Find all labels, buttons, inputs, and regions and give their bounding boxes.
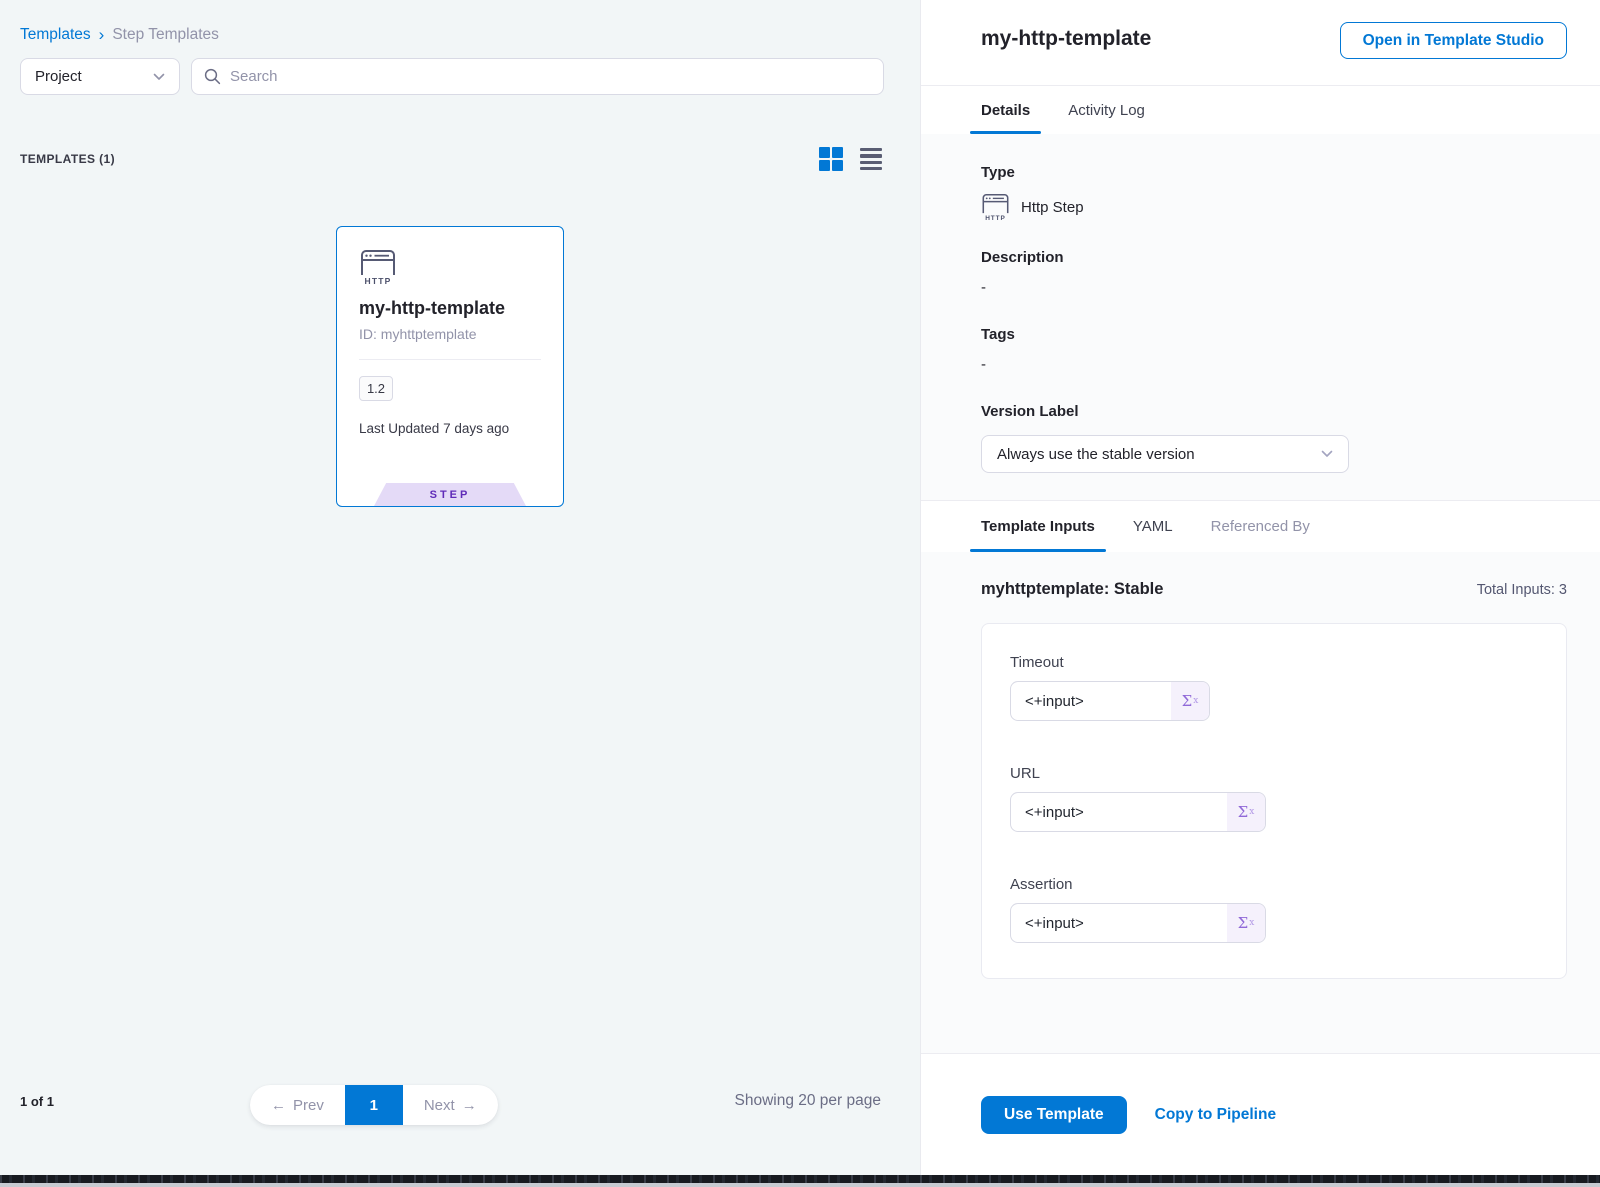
description-label: Description — [981, 249, 1540, 266]
inputs-tabbar: Template Inputs YAML Referenced By — [921, 500, 1600, 552]
use-template-button[interactable]: Use Template — [981, 1096, 1127, 1134]
open-in-template-studio-button[interactable]: Open in Template Studio — [1340, 22, 1567, 59]
tags-value: - — [981, 356, 1540, 373]
type-label: Type — [981, 164, 1540, 181]
scope-select[interactable]: Project — [20, 58, 180, 95]
view-toggles — [819, 147, 884, 171]
tab-details[interactable]: Details — [970, 86, 1041, 134]
desktop-background-strip — [0, 1175, 1600, 1187]
tab-referenced-by[interactable]: Referenced By — [1200, 501, 1321, 552]
tab-template-inputs[interactable]: Template Inputs — [970, 501, 1106, 552]
timeout-value: <+input> — [1011, 682, 1171, 720]
next-page-button[interactable]: Next → — [403, 1085, 498, 1125]
scope-select-value: Project — [35, 68, 82, 85]
assertion-label: Assertion — [1010, 876, 1538, 893]
search-input[interactable] — [230, 68, 871, 85]
total-inputs-label: Total Inputs: 3 — [1477, 582, 1567, 598]
timeout-input[interactable]: <+input> Σx — [1010, 681, 1210, 721]
svg-text:HTTP: HTTP — [985, 215, 1006, 221]
list-header-row: TEMPLATES (1) — [20, 147, 884, 171]
expression-icon[interactable]: Σx — [1227, 904, 1265, 942]
details-tabbar: Details Activity Log — [921, 86, 1600, 134]
tags-label: Tags — [981, 326, 1540, 343]
templates-list-panel: Templates › Step Templates Project — [0, 0, 920, 1175]
panel-footer: Use Template Copy to Pipeline — [921, 1053, 1600, 1175]
next-arrow-icon: → — [462, 1097, 477, 1114]
chevron-down-icon — [153, 73, 165, 81]
assertion-input[interactable]: <+input> Σx — [1010, 903, 1266, 943]
page-1-button[interactable]: 1 — [345, 1085, 403, 1125]
prev-arrow-icon: ← — [271, 1097, 286, 1114]
template-card[interactable]: HTTP my-http-template ID: myhttptemplate… — [336, 226, 564, 507]
url-input[interactable]: <+input> Σx — [1010, 792, 1266, 832]
input-field-timeout: Timeout <+input> Σx — [1010, 654, 1538, 721]
timeout-label: Timeout — [1010, 654, 1538, 671]
input-field-assertion: Assertion <+input> Σx — [1010, 876, 1538, 943]
app-window: Templates › Step Templates Project — [0, 0, 1600, 1175]
desktop-edge-highlight — [0, 1183, 1600, 1187]
http-step-icon: HTTP — [359, 249, 397, 285]
inputs-header: myhttptemplate: Stable — [981, 580, 1163, 599]
svg-text:HTTP: HTTP — [365, 276, 392, 285]
panel-header: my-http-template Open in Template Studio — [921, 0, 1600, 86]
expression-icon[interactable]: Σx — [1227, 793, 1265, 831]
search-box[interactable] — [191, 58, 884, 95]
per-page-label: Showing 20 per page — [734, 1092, 881, 1110]
grid-view-icon[interactable] — [819, 147, 843, 171]
description-value: - — [981, 279, 1540, 296]
last-updated-text: Last Updated 7 days ago — [359, 421, 541, 436]
expression-icon[interactable]: Σx — [1171, 682, 1209, 720]
pagination: ← Prev 1 Next → — [250, 1085, 498, 1125]
page-count-label: 1 of 1 — [20, 1094, 54, 1109]
breadcrumb-separator-icon: › — [99, 26, 105, 43]
type-value: Http Step — [1021, 199, 1084, 216]
template-card-title: my-http-template — [359, 298, 541, 319]
chevron-down-icon — [1321, 450, 1333, 458]
copy-to-pipeline-link[interactable]: Copy to Pipeline — [1155, 1106, 1276, 1124]
input-field-url: URL <+input> Σx — [1010, 765, 1538, 832]
version-label: Version Label — [981, 403, 1540, 420]
breadcrumb-templates-link[interactable]: Templates — [20, 26, 91, 44]
url-value: <+input> — [1011, 793, 1227, 831]
prev-page-button[interactable]: ← Prev — [250, 1085, 345, 1125]
breadcrumb-current: Step Templates — [112, 26, 219, 44]
version-select-value: Always use the stable version — [997, 446, 1195, 463]
filters-row: Project — [20, 58, 884, 95]
card-divider — [359, 359, 541, 360]
details-body: Type HTTP Http Step Description - Tags -… — [921, 134, 1600, 500]
desktop-wallpaper-edge — [0, 1175, 1600, 1183]
version-badge[interactable]: 1.2 — [359, 376, 393, 401]
template-inputs-body: myhttptemplate: Stable Total Inputs: 3 T… — [921, 552, 1600, 1053]
url-label: URL — [1010, 765, 1538, 782]
templates-count-label: TEMPLATES (1) — [20, 152, 115, 166]
breadcrumb: Templates › Step Templates — [20, 0, 884, 44]
version-select[interactable]: Always use the stable version — [981, 435, 1349, 473]
inputs-card: Timeout <+input> Σx URL <+input> Σx Asse… — [981, 623, 1567, 979]
tab-yaml[interactable]: YAML — [1122, 501, 1184, 552]
search-icon — [204, 68, 221, 85]
template-card-id: ID: myhttptemplate — [359, 326, 541, 342]
assertion-value: <+input> — [1011, 904, 1227, 942]
step-type-badge: STEP — [374, 483, 526, 506]
tab-activity-log[interactable]: Activity Log — [1057, 86, 1156, 134]
http-step-icon: HTTP — [981, 193, 1010, 221]
panel-title: my-http-template — [981, 27, 1151, 51]
template-details-panel: my-http-template Open in Template Studio… — [920, 0, 1600, 1175]
list-view-icon[interactable] — [860, 147, 884, 171]
